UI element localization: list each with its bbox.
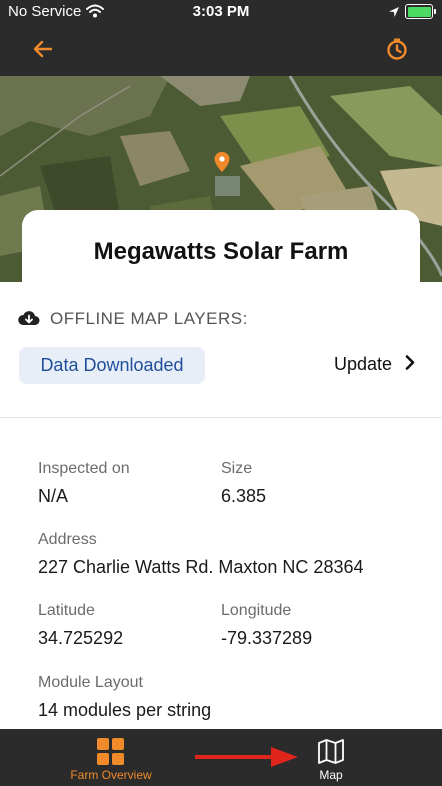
offline-layers-label: OFFLINE MAP LAYERS: — [50, 309, 248, 328]
tab-farm-overview[interactable]: Farm Overview — [60, 729, 162, 786]
battery-charging-icon — [405, 4, 436, 19]
update-label: Update — [334, 354, 393, 374]
tab-map-label: Map — [319, 768, 343, 782]
size-label: Size — [221, 460, 253, 477]
data-downloaded-badge: Data Downloaded — [19, 347, 205, 384]
update-button[interactable]: Update — [334, 354, 415, 375]
grid-icon — [97, 738, 124, 770]
chevron-right-icon — [405, 354, 415, 375]
timer-icon[interactable] — [385, 37, 409, 66]
map-icon — [317, 738, 345, 770]
cloud-download-icon — [18, 309, 40, 332]
module-layout-value: 14 modules per string — [38, 700, 212, 720]
latitude-value: 34.725292 — [38, 628, 124, 648]
status-bar: No Service 3:03 PM — [0, 0, 442, 24]
longitude-value: -79.337289 — [221, 628, 313, 648]
farm-name: Megawatts Solar Farm — [93, 238, 349, 265]
inspected-label: Inspected on — [38, 460, 130, 477]
module-layout-label: Module Layout — [38, 674, 143, 691]
back-arrow-icon[interactable] — [32, 38, 54, 65]
farm-title-card: Megawatts Solar Farm — [22, 210, 420, 282]
nav-bar — [0, 24, 442, 76]
clock: 3:03 PM — [192, 3, 250, 20]
location-arrow-icon — [388, 5, 400, 22]
longitude-label: Longitude — [221, 602, 292, 619]
tab-map[interactable]: Map — [300, 729, 362, 786]
section-divider — [0, 417, 442, 418]
latitude-label: Latitude — [38, 602, 95, 619]
annotation-arrow-icon — [195, 745, 299, 774]
inspected-value: N/A — [38, 486, 69, 506]
size-value: 6.385 — [221, 486, 267, 506]
address-label: Address — [38, 531, 97, 548]
tab-farm-overview-label: Farm Overview — [70, 768, 152, 782]
address-value: 227 Charlie Watts Rd. Maxton NC 28364 — [38, 557, 364, 577]
